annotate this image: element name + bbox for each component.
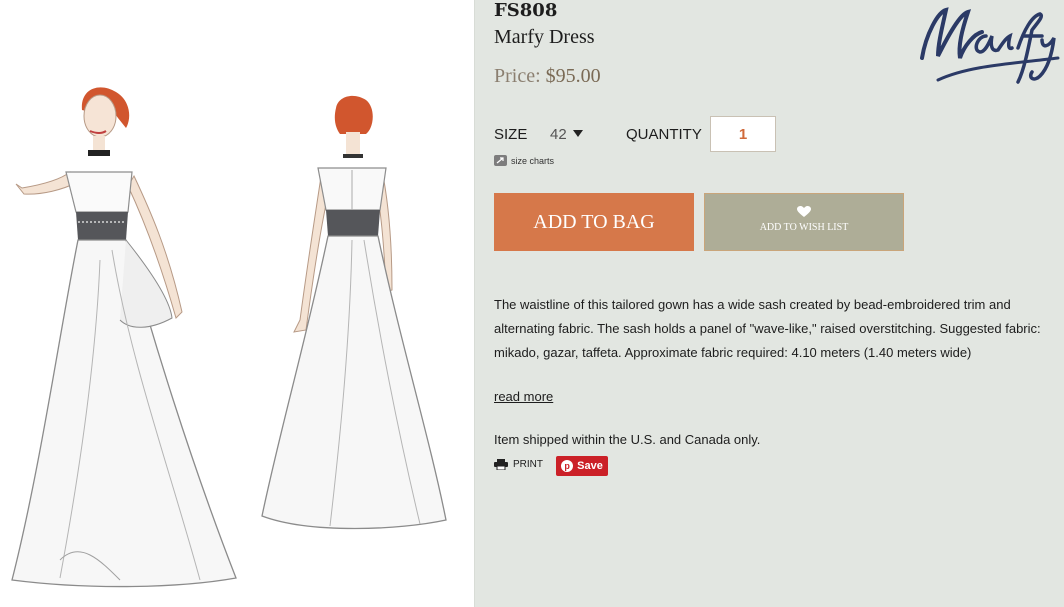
size-charts-link[interactable]: size charts: [494, 155, 554, 166]
save-label: Save: [577, 460, 603, 472]
add-to-bag-button[interactable]: ADD TO BAG: [494, 193, 694, 251]
pinterest-icon: p: [561, 460, 574, 472]
price-value: $95.00: [545, 65, 601, 87]
shipping-note: Item shipped within the U.S. and Canada …: [494, 432, 761, 447]
price-label: Price:: [494, 65, 541, 87]
dress-sketch: [11, 87, 447, 588]
marfy-logo-graphic: [920, 7, 1060, 84]
back-view-figure: [261, 95, 447, 530]
size-select[interactable]: 42: [550, 126, 583, 143]
heart-icon: [797, 206, 811, 217]
brand-logo[interactable]: [908, 0, 1064, 92]
printer-icon: [494, 459, 508, 470]
front-view-figure: [11, 87, 237, 588]
size-label: SIZE: [494, 126, 528, 143]
product-description: The waistline of this tailored gown has …: [494, 297, 1041, 360]
read-more-link[interactable]: read more: [494, 389, 553, 404]
external-link-icon: [494, 155, 507, 166]
product-name: Marfy Dress: [494, 26, 595, 48]
quantity-label: QUANTITY: [626, 126, 702, 143]
size-value: 42: [550, 126, 567, 143]
product-illustration: [0, 0, 475, 607]
quantity-input[interactable]: [710, 116, 776, 152]
product-sku: FS808: [494, 0, 558, 21]
pinterest-save-button[interactable]: p Save: [556, 456, 608, 476]
print-button[interactable]: PRINT: [494, 459, 543, 470]
dropdown-arrow-icon: [572, 130, 583, 137]
add-to-wishlist-label: ADD TO WISH LIST: [759, 222, 849, 233]
size-charts-label: size charts: [511, 155, 555, 166]
add-to-wishlist-button[interactable]: ADD TO WISH LIST: [704, 193, 904, 251]
product-price: Price: $95.00: [494, 65, 601, 88]
print-label: PRINT: [513, 459, 543, 470]
